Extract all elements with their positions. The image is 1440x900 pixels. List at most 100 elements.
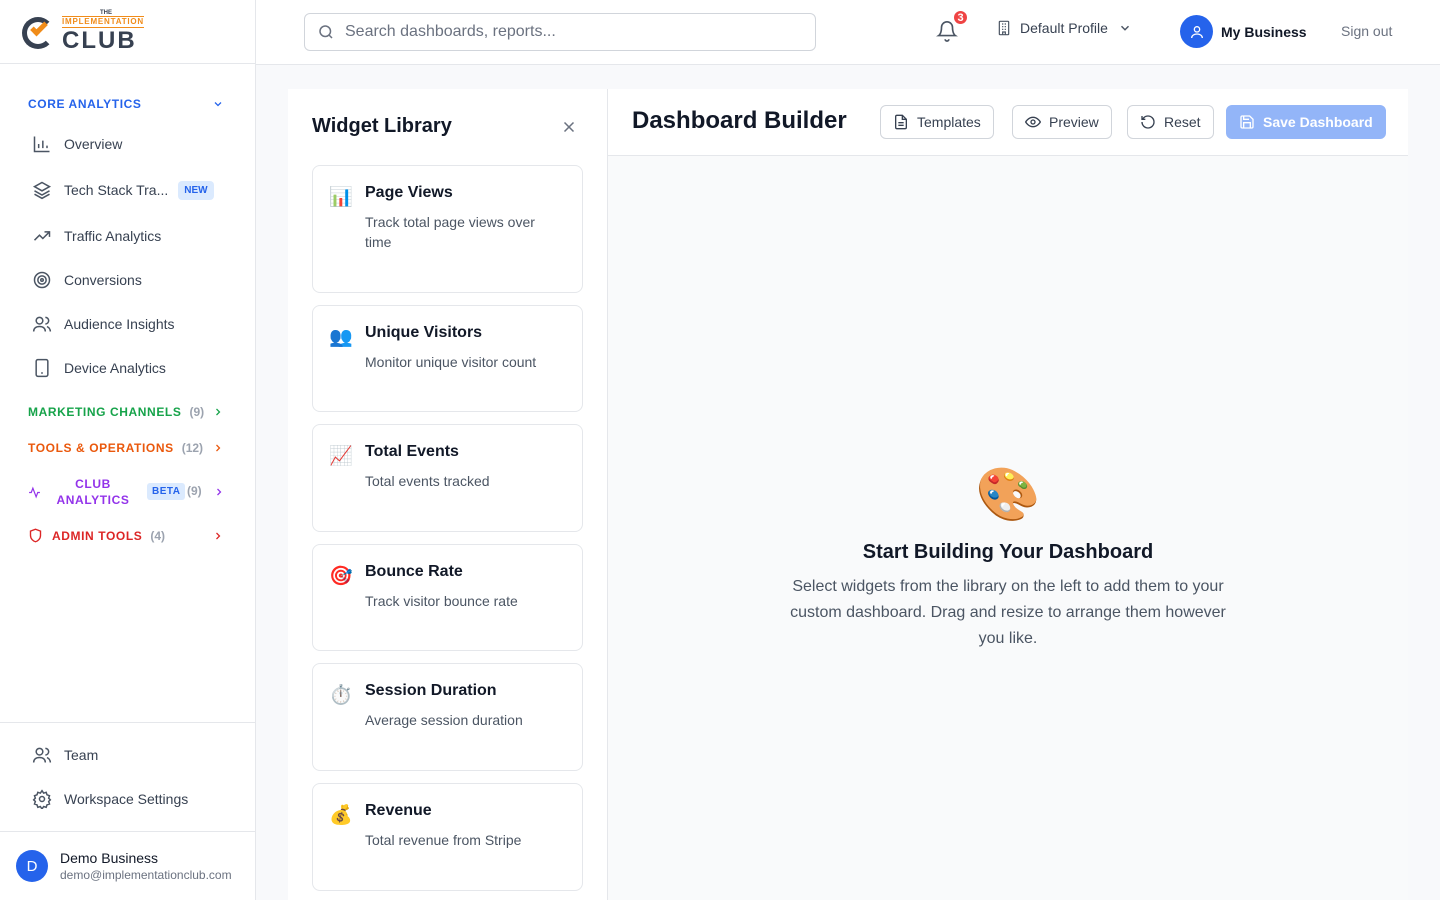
save-dashboard-button[interactable]: Save Dashboard: [1226, 105, 1386, 139]
search-input[interactable]: [345, 23, 805, 41]
templates-label: Templates: [917, 114, 981, 130]
chevron-down-icon: [214, 102, 222, 107]
users-icon: [32, 316, 52, 332]
page-title: Dashboard Builder: [632, 107, 847, 134]
section-club-line1: CLUB: [75, 477, 111, 491]
sidebar-item-label: Overview: [64, 136, 123, 152]
avatar: D: [16, 850, 48, 882]
empty-state-title: Start Building Your Dashboard: [862, 541, 1154, 563]
save-label: Save Dashboard: [1263, 114, 1373, 130]
sidebar-item-device[interactable]: Device Analytics: [16, 348, 240, 388]
tablet-icon: [35, 358, 49, 378]
save-icon: [1240, 115, 1254, 129]
user-name: Demo Business: [60, 850, 159, 866]
reset-label: Reset: [1164, 114, 1201, 130]
widget-title: Page Views: [365, 184, 453, 201]
target-icon: [33, 271, 51, 289]
section-core-analytics[interactable]: CORE ANALYTICS: [0, 94, 256, 114]
activity-icon: [29, 486, 40, 499]
logo-check-icon: [22, 15, 56, 49]
section-club-line2: ANALYTICS: [56, 493, 130, 507]
logo-club: CLUB: [62, 27, 137, 54]
widget-session-duration[interactable]: ⏱️ Session Duration Average session dura…: [312, 663, 583, 771]
chevron-right-icon: [217, 488, 222, 496]
widget-title: Unique Visitors: [365, 324, 483, 341]
gear-icon: [32, 789, 52, 809]
sidebar-item-conversions[interactable]: Conversions: [16, 260, 240, 300]
sidebar-item-tech-stack[interactable]: Tech Stack Tra... NEW: [16, 170, 240, 210]
search-icon: [319, 25, 333, 39]
preview-button[interactable]: Preview: [1012, 105, 1112, 139]
widget-title: Revenue: [365, 802, 432, 819]
chevron-right-icon: [216, 444, 221, 452]
palette-icon: 🎨: [975, 466, 1041, 524]
chevron-right-icon: [216, 532, 221, 540]
business-menu[interactable]: My Business: [1180, 15, 1307, 48]
widget-desc: Average session duration: [365, 712, 523, 728]
trending-up-icon: [33, 231, 51, 241]
section-tools-operations[interactable]: TOOLS & OPERATIONS (12): [0, 438, 256, 458]
widget-revenue[interactable]: 💰 Revenue Total revenue from Stripe: [312, 783, 583, 891]
chevron-right-icon: [216, 408, 221, 416]
sidebar: THE IMPLEMENTATION CLUB CORE ANALYTICS O…: [0, 0, 256, 900]
section-count: (9): [189, 405, 205, 419]
users-icon: 👥: [329, 327, 353, 348]
sidebar-item-label: Workspace Settings: [64, 791, 189, 807]
templates-button[interactable]: Templates: [880, 105, 994, 139]
sidebar-item-workspace-settings[interactable]: Workspace Settings: [16, 779, 240, 819]
new-badge: NEW: [178, 180, 214, 200]
sidebar-item-team[interactable]: Team: [16, 735, 240, 775]
building-icon: [998, 20, 1010, 36]
beta-badge: BETA: [147, 483, 186, 500]
widget-desc: Track total page views over time: [365, 214, 535, 250]
sidebar-item-label: Tech Stack Tra...: [64, 182, 169, 198]
section-core-label: CORE ANALYTICS: [28, 97, 142, 111]
sidebar-item-traffic[interactable]: Traffic Analytics: [16, 216, 240, 256]
widget-desc: Total revenue from Stripe: [365, 832, 522, 848]
section-marketing-label: MARKETING CHANNELS: [28, 405, 182, 419]
section-admin-tools[interactable]: ADMIN TOOLS (4): [0, 526, 256, 546]
eye-icon: [1025, 116, 1041, 128]
top-header: 3 Default Profile My Business Sign out: [256, 0, 1440, 65]
user-account[interactable]: D Demo Business demo@implementationclub.…: [0, 831, 256, 900]
user-email: demo@implementationclub.com: [60, 868, 232, 882]
empty-state: 🎨 Start Building Your Dashboard Select w…: [608, 469, 1408, 652]
preview-label: Preview: [1049, 114, 1099, 130]
widget-bounce-rate[interactable]: 🎯 Bounce Rate Track visitor bounce rate: [312, 544, 583, 651]
profile-selector[interactable]: Default Profile: [996, 20, 1132, 36]
section-count: (9): [187, 484, 202, 498]
sidebar-item-audience[interactable]: Audience Insights: [16, 304, 240, 344]
business-name: My Business: [1221, 23, 1307, 40]
brand-logo[interactable]: THE IMPLEMENTATION CLUB: [0, 0, 255, 64]
user-icon: [1190, 25, 1203, 38]
sidebar-item-label: Conversions: [64, 272, 142, 288]
section-marketing-channels[interactable]: MARKETING CHANNELS (9): [0, 402, 256, 422]
sidebar-item-overview[interactable]: Overview: [16, 124, 240, 164]
reset-button[interactable]: Reset: [1127, 105, 1214, 139]
document-icon: [895, 114, 907, 130]
widget-title: Bounce Rate: [365, 563, 463, 580]
layers-icon: [32, 181, 52, 200]
dashboard-builder: Dashboard Builder Templates Preview Rese…: [608, 89, 1408, 900]
widget-page-views[interactable]: 📊 Page Views Track total page views over…: [312, 165, 583, 293]
search-box[interactable]: [304, 13, 816, 51]
widget-total-events[interactable]: 📈 Total Events Total events tracked: [312, 424, 583, 532]
sign-out-link[interactable]: Sign out: [1341, 23, 1392, 39]
section-club-analytics[interactable]: CLUB ANALYTICS BETA (9): [0, 476, 256, 508]
builder-toolbar: Dashboard Builder Templates Preview Rese…: [608, 89, 1408, 156]
widget-unique-visitors[interactable]: 👥 Unique Visitors Monitor unique visitor…: [312, 305, 583, 412]
widget-library-title: Widget Library: [312, 115, 452, 137]
widget-desc: Track visitor bounce rate: [365, 593, 518, 609]
shield-icon: [29, 528, 42, 543]
close-icon[interactable]: [560, 118, 578, 136]
sidebar-item-label: Audience Insights: [64, 316, 175, 332]
sidebar-item-label: Traffic Analytics: [64, 228, 162, 244]
user-avatar: [1180, 15, 1213, 48]
trending-up-icon: 📈: [329, 446, 353, 467]
widget-desc: Monitor unique visitor count: [365, 354, 537, 370]
profile-name: Default Profile: [1020, 20, 1108, 36]
rotate-ccw-icon: [1141, 115, 1155, 129]
sidebar-bottom-nav: Team Workspace Settings: [0, 722, 256, 832]
chevron-down-icon: [1120, 25, 1129, 31]
section-count: (12): [181, 441, 204, 455]
